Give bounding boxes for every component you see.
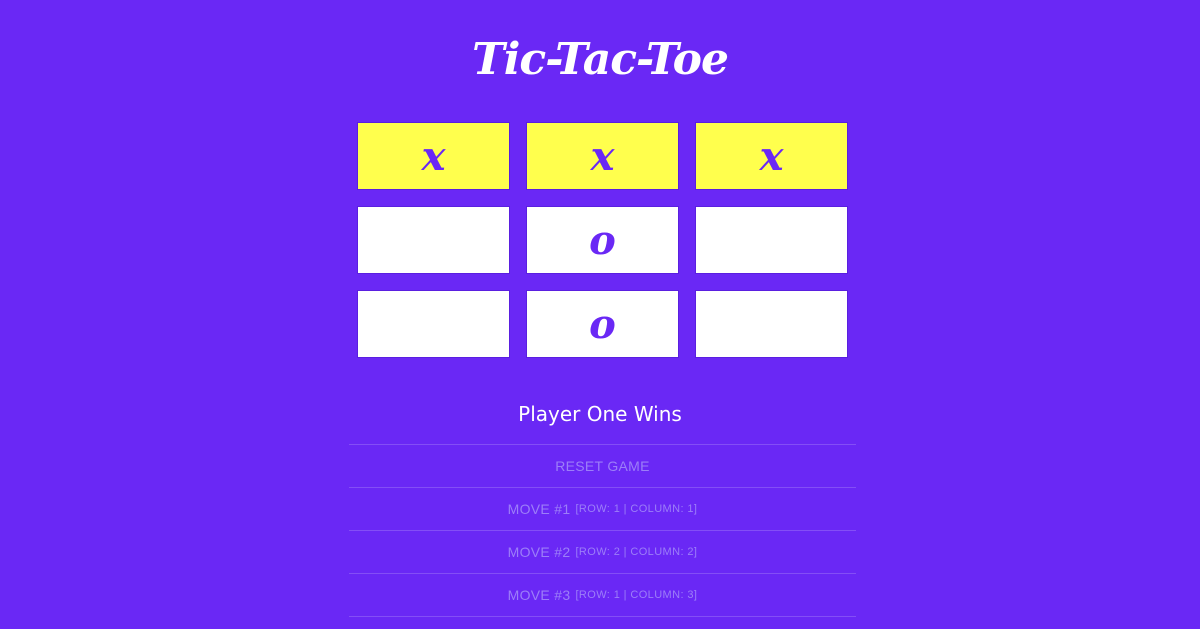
cell-r3-c2[interactable]: o bbox=[526, 290, 679, 358]
cell-r3-c1[interactable] bbox=[357, 290, 510, 358]
cell-r2-c3[interactable] bbox=[695, 206, 848, 274]
board-row-1: x x x bbox=[357, 122, 849, 190]
move-history-list: RESET GAME MOVE #1 [ROW: 1 | COLUMN: 1] … bbox=[349, 444, 856, 617]
cell-r1-c3[interactable]: x bbox=[695, 122, 848, 190]
cell-r1-c1[interactable]: x bbox=[357, 122, 510, 190]
cell-r2-c2[interactable]: o bbox=[526, 206, 679, 274]
move-label: MOVE #1 bbox=[507, 501, 571, 517]
game-board: x x x o o bbox=[357, 122, 849, 374]
game-title: Tic-Tac-Toe bbox=[471, 34, 729, 85]
game-status: Player One Wins bbox=[518, 402, 682, 426]
move-detail: [ROW: 1 | COLUMN: 3] bbox=[575, 589, 698, 601]
board-row-3: o bbox=[357, 290, 849, 358]
move-label: MOVE #3 bbox=[507, 587, 571, 603]
move-label: MOVE #2 bbox=[507, 544, 571, 560]
reset-game-button[interactable]: RESET GAME bbox=[349, 445, 856, 488]
board-row-2: o bbox=[357, 206, 849, 274]
cell-r1-c2[interactable]: x bbox=[526, 122, 679, 190]
move-history-item[interactable]: MOVE #1 [ROW: 1 | COLUMN: 1] bbox=[349, 488, 856, 531]
move-detail: [ROW: 2 | COLUMN: 2] bbox=[575, 546, 698, 558]
move-history-item[interactable]: MOVE #3 [ROW: 1 | COLUMN: 3] bbox=[349, 574, 856, 617]
cell-r3-c3[interactable] bbox=[695, 290, 848, 358]
cell-r2-c1[interactable] bbox=[357, 206, 510, 274]
move-history-item[interactable]: MOVE #2 [ROW: 2 | COLUMN: 2] bbox=[349, 531, 856, 574]
move-detail: [ROW: 1 | COLUMN: 1] bbox=[575, 503, 698, 515]
